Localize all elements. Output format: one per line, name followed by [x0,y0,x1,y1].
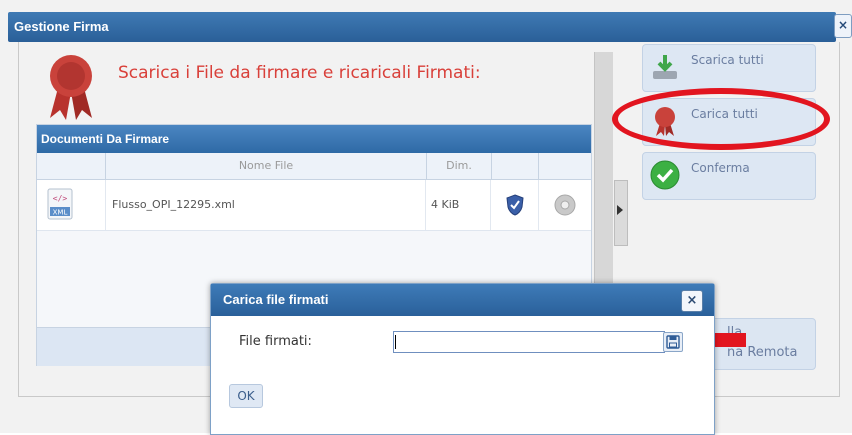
svg-text:</>: </> [53,194,68,203]
svg-text:XML: XML [53,209,68,217]
verify-cell [492,180,539,230]
conferma-button[interactable]: Conferma [642,152,816,200]
seal-ribbon-icon [50,55,92,120]
column-header-dim[interactable]: Dim. [427,153,492,180]
column-header-nome-file[interactable]: Nome File [106,153,427,180]
download-tray-icon [653,55,677,79]
column-header-verify [492,153,539,180]
floppy-disk-icon[interactable] [663,332,683,352]
window-close-button[interactable]: × [834,14,852,38]
grid-header: Documenti Da Firmare [37,125,591,153]
dialog-titlebar: Carica file firmati [211,284,714,316]
conferma-label: Conferma [691,161,750,175]
ok-button[interactable]: OK [229,384,263,408]
window-titlebar: Gestione Firma [8,12,836,42]
scarica-tutti-label: Scarica tutti [691,53,764,67]
file-firmati-label: File firmati: [239,334,312,349]
panel-splitter[interactable] [614,180,628,246]
dialog-close-button[interactable]: × [681,290,703,312]
file-firmati-input[interactable] [393,331,665,353]
table-row[interactable]: </> XML Flusso_OPI_12295.xml 4 KiB [37,180,591,231]
page-heading: Scarica i File da firmare e ricaricali F… [118,63,481,83]
download-cell [539,180,591,230]
shield-icon[interactable] [505,194,525,216]
xml-file-icon: </> XML [47,188,73,220]
text-cursor [395,335,396,349]
column-header-download [539,153,591,180]
check-circle-icon [650,160,680,190]
gestione-firma-window: Gestione Firma × Scarica i File da firma… [0,0,852,435]
window-title: Gestione Firma [14,19,109,34]
grid-title: Documenti Da Firmare [41,132,170,146]
disc-icon[interactable] [554,194,576,216]
highlight-oval [612,88,830,150]
dialog-title: Carica file firmati [223,292,329,307]
file-size-cell: 4 KiB [427,180,491,230]
column-header-icon [37,153,106,180]
chevron-right-icon [617,205,623,215]
carica-file-dialog: Carica file firmati × File firmati: OK [210,283,715,435]
scarica-tutti-button[interactable]: Scarica tutti [642,44,816,92]
file-name-cell: Flusso_OPI_12295.xml [106,180,426,230]
file-type-cell: </> XML [37,180,106,230]
